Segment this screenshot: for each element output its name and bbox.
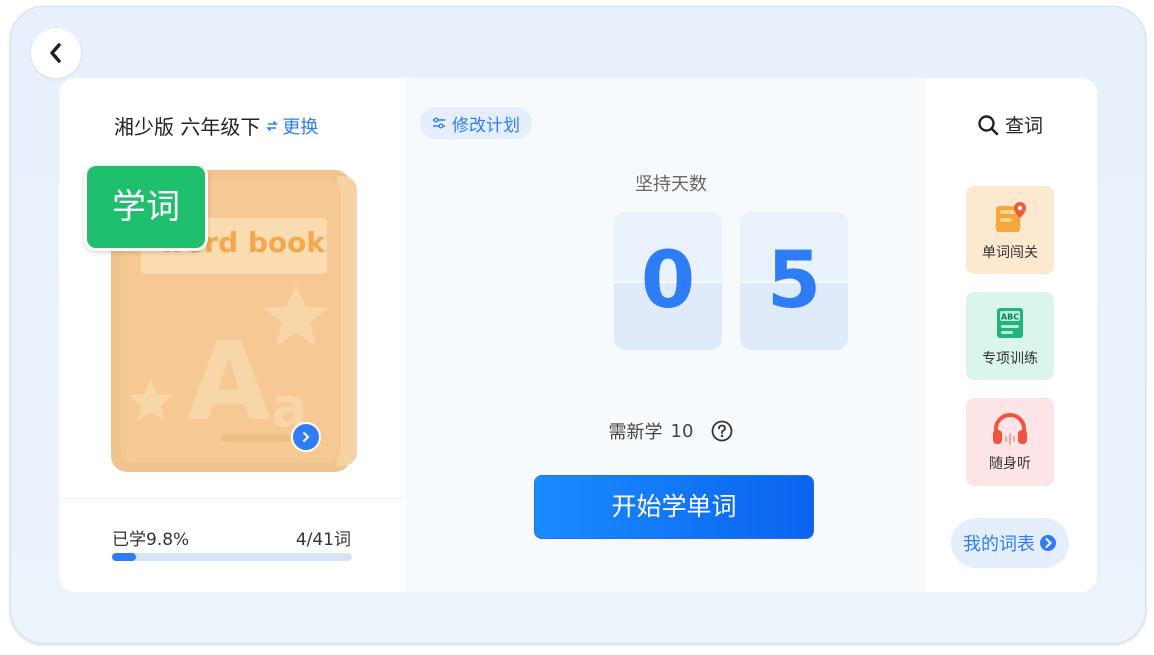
chevron-right-circle-icon (1040, 535, 1056, 551)
headphones-icon (993, 413, 1027, 445)
cover-shadow-bar (221, 434, 291, 442)
abc-book-icon: ABC (997, 308, 1023, 338)
chevron-right-icon (303, 432, 310, 442)
tools-column: 查词 单词闯关 ABC 专项训练 随身听 我的词表 (925, 78, 1097, 592)
progress-bar-fill (112, 553, 136, 561)
progress-count: 4/41词 (295, 530, 351, 550)
progress-bar (112, 553, 352, 561)
new-words-label: 需新学 (608, 422, 663, 443)
star-decoration-icon (264, 284, 328, 346)
main-panel: 湘少版 六年级下 更换 word book A a 学词 已学9.8% 4/41… (59, 78, 1097, 592)
chevron-left-icon (50, 43, 61, 63)
new-words-value: 10 (670, 420, 694, 442)
my-word-list-button[interactable]: 我的词表 (951, 518, 1069, 568)
help-icon[interactable] (711, 420, 733, 442)
streak-digit-ones: 5 (766, 236, 822, 326)
book-title: 湘少版 六年级下 (114, 115, 261, 139)
star-decoration-icon (129, 378, 173, 422)
svg-text:ABC: ABC (1001, 313, 1019, 322)
streak-days-label: 坚持天数 (635, 174, 707, 195)
learn-words-badge: 学词 (84, 163, 208, 251)
audio-listen-button[interactable]: 随身听 (966, 398, 1054, 486)
streak-digit-card: 5 (740, 212, 848, 350)
new-words-row: 需新学 10 (405, 418, 937, 444)
progress-section: 已学9.8% 4/41词 (59, 498, 405, 592)
word-challenge-button[interactable]: 单词闯关 (966, 186, 1054, 274)
book-column: 湘少版 六年级下 更换 word book A a 学词 已学9.8% 4/41… (59, 78, 405, 592)
map-icon (996, 202, 1026, 232)
streak-digit-card: 0 (614, 212, 722, 350)
word-list-label: 我的词表 (963, 534, 1035, 555)
sliders-icon (433, 117, 445, 129)
cover-letter-big: A (187, 320, 271, 445)
feature-label: 专项训练 (982, 351, 1038, 367)
switch-icon[interactable] (266, 120, 279, 132)
change-book-link[interactable]: 更换 (282, 113, 318, 139)
progress-label: 已学9.8% (112, 530, 190, 550)
back-button[interactable] (31, 28, 81, 78)
streak-digit-tens: 0 (640, 236, 696, 326)
search-label: 查词 (1005, 115, 1044, 137)
plan-column: 修改计划 坚持天数 0 5 需新学 10 开始学单词 (405, 78, 925, 592)
book-open-button[interactable] (291, 422, 321, 452)
special-training-button[interactable]: ABC 专项训练 (966, 292, 1054, 380)
feature-label: 随身听 (989, 456, 1031, 472)
search-icon (978, 114, 999, 135)
feature-label: 单词闯关 (982, 245, 1038, 261)
modify-plan-button[interactable]: 修改计划 (420, 107, 532, 139)
book-title-row: 湘少版 六年级下 更换 (114, 111, 318, 140)
modify-plan-label: 修改计划 (452, 115, 520, 136)
start-learning-button[interactable]: 开始学单词 (534, 475, 814, 539)
word-search-button[interactable]: 查词 (977, 111, 1043, 138)
